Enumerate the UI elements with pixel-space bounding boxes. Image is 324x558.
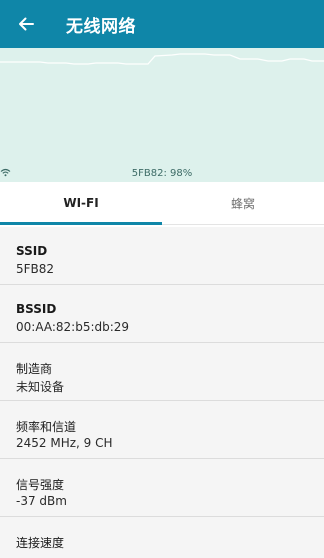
detail-label: 频率和信道 (16, 420, 77, 434)
detail-value: 5FB82 (16, 262, 55, 276)
detail-frequency-channel[interactable]: 频率和信道 2452 MHz, 9 CH (0, 401, 324, 459)
page-title: 无线网络 (66, 17, 136, 37)
signal-strength-label: 5FB82: 98% (0, 168, 324, 179)
detail-label: 信号强度 (16, 478, 65, 492)
signal-label-text: 5FB82: 98% (131, 168, 193, 179)
detail-bssid[interactable]: BSSID 00:AA:82:b5:db:29 (0, 285, 324, 343)
detail-label: 制造商 (16, 362, 53, 376)
detail-ssid[interactable]: SSID 5FB82 (0, 227, 324, 285)
wifi-icon (0, 168, 11, 177)
arrow-left-icon (19, 17, 34, 31)
detail-label: 连接速度 (16, 536, 65, 550)
tab-wifi[interactable]: WI-FI (0, 182, 162, 224)
signal-chart: 5FB82: 98% (0, 48, 324, 182)
detail-label: BSSID (16, 302, 57, 316)
detail-value: 00:AA:82:b5:db:29 (16, 320, 130, 334)
tab-wifi-label: WI-FI (63, 196, 99, 210)
detail-manufacturer[interactable]: 制造商 未知设备 (0, 343, 324, 401)
back-button[interactable] (10, 8, 42, 40)
wifi-details-list: SSID 5FB82 BSSID 00:AA:82:b5:db:29 制造商 未… (0, 227, 324, 558)
detail-link-speed[interactable]: 连接速度 (0, 517, 324, 558)
detail-label: SSID (16, 244, 48, 258)
detail-signal-strength[interactable]: 信号强度 -37 dBm (0, 459, 324, 517)
tab-selected-indicator (0, 222, 162, 225)
tab-bar: WI-FI 蜂窝 (0, 182, 324, 225)
signal-history-line (0, 53, 324, 65)
detail-value: 2452 MHz, 9 CH (16, 436, 113, 450)
tab-cellular[interactable]: 蜂窝 (162, 182, 324, 224)
detail-value: -37 dBm (16, 494, 67, 508)
detail-value: 未知设备 (16, 380, 65, 394)
app-bar: 无线网络 (0, 0, 324, 48)
tab-cellular-label: 蜂窝 (230, 196, 255, 211)
